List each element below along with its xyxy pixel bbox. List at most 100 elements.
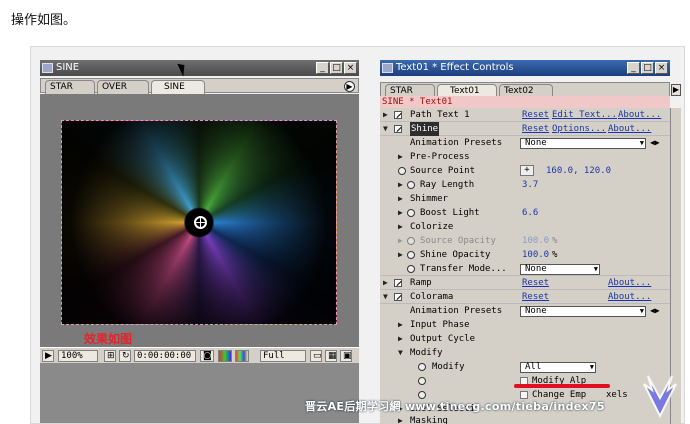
edit-text-link[interactable]: Edit Text...: [552, 108, 617, 122]
animation-presets-select[interactable]: None: [520, 138, 646, 149]
effect-switch-icon[interactable]: [394, 125, 402, 133]
snapshot-icon[interactable]: ↻: [119, 350, 131, 362]
camera-icon[interactable]: ◙: [200, 350, 214, 362]
boost-light-value[interactable]: 6.6: [522, 206, 538, 220]
effect-row-shine[interactable]: ▼ Shine Reset Options... About...: [380, 122, 670, 136]
expand-arrow-icon[interactable]: ▶: [398, 206, 406, 220]
point-target-icon[interactable]: +: [520, 165, 534, 176]
about-link[interactable]: About...: [608, 122, 651, 136]
preset-prev-next-icon[interactable]: ◀▶: [650, 304, 660, 318]
expand-arrow-icon[interactable]: ▶: [398, 192, 406, 206]
collapse-arrow-icon[interactable]: ▼: [383, 122, 391, 136]
param-row-shimmer[interactable]: ▶ Shimmer: [380, 192, 670, 206]
options-link[interactable]: Options...: [552, 122, 606, 136]
param-row-input-phase[interactable]: ▶ Input Phase: [380, 318, 670, 332]
effect-label: Shine: [410, 122, 440, 136]
expand-arrow-icon[interactable]: ▶: [398, 332, 406, 346]
source-point-value[interactable]: 160.0, 120.0: [546, 164, 611, 178]
reset-link[interactable]: Reset: [522, 276, 549, 290]
param-label: Transfer Mode...: [420, 264, 507, 274]
comp-viewer[interactable]: [40, 94, 359, 347]
effect-controls-title: Text01 * Effect Controls: [396, 62, 514, 73]
always-preview-icon[interactable]: ▶: [42, 350, 54, 362]
effect-switch-icon[interactable]: [394, 279, 402, 287]
source-point-crosshair-icon[interactable]: [194, 216, 207, 229]
effect-row-ramp[interactable]: ▶ Ramp Reset About...: [380, 276, 670, 290]
shine-opacity-value[interactable]: 100.0: [522, 248, 549, 262]
stopwatch-icon[interactable]: [398, 167, 406, 175]
effect-label: Colorama: [410, 292, 454, 302]
current-time[interactable]: 0:00:00:00: [134, 350, 196, 362]
transparency-grid-icon[interactable]: ▦: [325, 350, 337, 362]
color-channels-icon[interactable]: [235, 350, 249, 362]
reset-link[interactable]: Reset: [522, 108, 549, 122]
maximize-icon[interactable]: □: [641, 62, 654, 74]
resolution-select[interactable]: Full: [260, 350, 306, 362]
reset-link[interactable]: Reset: [522, 122, 549, 136]
safe-zones-icon[interactable]: ⊞: [104, 350, 116, 362]
modify-select[interactable]: All: [520, 362, 596, 373]
comp-window-titlebar[interactable]: SINE _ □ ×: [40, 60, 359, 76]
about-link[interactable]: About...: [608, 290, 651, 304]
tab-scroll-arrow-icon[interactable]: ▶: [671, 84, 681, 96]
tab-star[interactable]: STAR: [45, 80, 95, 94]
param-row-colorize[interactable]: ▶ Colorize: [380, 220, 670, 234]
comp-bottom-toolbar: ▶ 100% ⊞ ↻ 0:00:00:00 ◙ Full ▭ ▦ ▣: [40, 347, 359, 363]
transfer-mode-select[interactable]: None: [520, 264, 600, 275]
expand-arrow-icon[interactable]: ▶: [383, 108, 391, 122]
minimize-icon[interactable]: _: [316, 62, 329, 74]
stopwatch-icon[interactable]: [407, 251, 415, 259]
expand-arrow-icon[interactable]: ▶: [398, 178, 406, 192]
expand-arrow-icon[interactable]: ▶: [398, 234, 406, 248]
comp-tab-bar: STAR OVER SINE ▶: [40, 78, 359, 94]
effect-controls-tab-bar: STAR Text01 Text02 ▶: [380, 82, 681, 98]
stopwatch-icon[interactable]: [418, 363, 426, 371]
collapse-arrow-icon[interactable]: ▼: [398, 346, 406, 360]
stopwatch-icon[interactable]: [418, 377, 426, 385]
param-row-masking[interactable]: ▶ Masking: [380, 414, 670, 424]
tab-sine[interactable]: SINE: [151, 80, 205, 94]
about-link[interactable]: About...: [608, 276, 651, 290]
param-row-pre-process[interactable]: ▶ Pre-Process: [380, 150, 670, 164]
stopwatch-icon[interactable]: [407, 237, 415, 245]
expand-arrow-icon[interactable]: ▶: [398, 248, 406, 262]
expand-arrow-icon[interactable]: ▶: [398, 150, 406, 164]
maximize-icon[interactable]: □: [330, 62, 343, 74]
collapse-arrow-icon[interactable]: ▼: [383, 290, 391, 304]
expand-arrow-icon[interactable]: ▶: [383, 276, 391, 290]
param-label: Animation Presets: [410, 306, 503, 316]
stopwatch-icon[interactable]: [407, 265, 415, 273]
watermark-wings-logo-icon: [643, 375, 677, 418]
expand-arrow-icon[interactable]: ▶: [398, 414, 406, 424]
comp-lower-area: [40, 363, 359, 423]
source-opacity-value[interactable]: 100.0: [522, 234, 549, 248]
ray-length-value[interactable]: 3.7: [522, 178, 538, 192]
tab-over[interactable]: OVER: [97, 80, 149, 94]
preset-prev-next-icon[interactable]: ◀▶: [650, 136, 660, 150]
channel-icon[interactable]: [218, 350, 232, 362]
param-row-source-opacity: ▶ Source Opacity 100.0 %: [380, 234, 670, 248]
close-icon[interactable]: ×: [655, 62, 668, 74]
region-of-interest-icon[interactable]: ▭: [310, 350, 322, 362]
reset-link[interactable]: Reset: [522, 290, 549, 304]
stopwatch-icon[interactable]: [407, 181, 415, 189]
param-row-modify[interactable]: ▼ Modify: [380, 346, 670, 360]
effect-switch-icon[interactable]: [394, 111, 402, 119]
expand-arrow-icon[interactable]: ▶: [398, 220, 406, 234]
zoom-select[interactable]: 100%: [58, 350, 98, 362]
param-row-output-cycle[interactable]: ▶ Output Cycle: [380, 332, 670, 346]
minimize-icon[interactable]: _: [627, 62, 640, 74]
stopwatch-icon[interactable]: [407, 209, 415, 217]
comp-canvas-shine-render[interactable]: [61, 120, 337, 325]
animation-presets-select[interactable]: None: [520, 306, 646, 317]
effect-row-colorama[interactable]: ▼ Colorama Reset About...: [380, 290, 670, 304]
expand-arrow-icon[interactable]: ▶: [398, 318, 406, 332]
close-icon[interactable]: ×: [344, 62, 357, 74]
tab-menu-arrow-icon[interactable]: ▶: [344, 81, 355, 92]
view-options-icon[interactable]: ▣: [340, 350, 352, 362]
effect-controls-list: ▶ Path Text 1 Reset Edit Text... About..…: [380, 108, 670, 424]
about-link[interactable]: About...: [618, 108, 661, 122]
effect-controls-titlebar[interactable]: Text01 * Effect Controls _ □ ×: [380, 60, 670, 76]
effect-switch-icon[interactable]: [394, 293, 402, 301]
effect-row-path-text[interactable]: ▶ Path Text 1 Reset Edit Text... About..…: [380, 108, 670, 122]
